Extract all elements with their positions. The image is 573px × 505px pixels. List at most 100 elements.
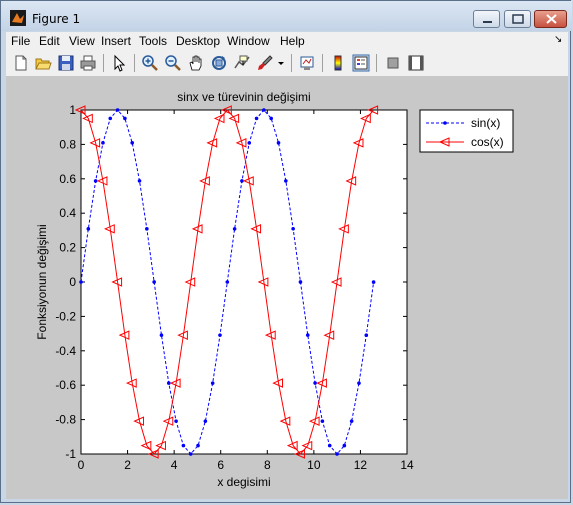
toolbar-separator [103, 54, 104, 72]
legend-sin-marker [443, 121, 447, 125]
open-file-icon[interactable] [34, 54, 52, 72]
sin-data-point [181, 443, 186, 448]
brush-icon[interactable] [256, 54, 274, 72]
sin-data-point [152, 280, 156, 284]
y-tick-label: 0 [69, 275, 76, 289]
save-icon[interactable] [57, 54, 75, 72]
y-tick-label: 0.2 [59, 241, 76, 255]
menu-view[interactable]: View [69, 34, 95, 48]
sin-data-point [108, 116, 113, 121]
sin-data-point [262, 108, 266, 112]
colorbar-icon[interactable] [329, 54, 347, 72]
legend-icon[interactable] [352, 54, 370, 72]
sin-data-point [284, 179, 288, 183]
link-plot-icon[interactable] [298, 54, 316, 72]
zoom-in-icon[interactable] [141, 54, 159, 72]
menu-bar: File Edit View Insert Tools Desktop Wind… [6, 32, 568, 50]
y-axis-label: Fonksiyonun değişimi [35, 224, 49, 339]
menu-tools[interactable]: Tools [139, 34, 167, 48]
menu-insert[interactable]: Insert [101, 34, 131, 48]
sin-data-point [313, 381, 317, 385]
maximize-button[interactable] [504, 10, 531, 28]
sin-data-point [357, 381, 361, 385]
show-plot-tools-icon[interactable] [407, 54, 425, 72]
dock-arrow-icon[interactable]: ↘ [554, 34, 562, 45]
matlab-icon [10, 10, 26, 26]
rotate-3d-icon[interactable] [210, 54, 228, 72]
menu-help[interactable]: Help [280, 34, 305, 48]
sin-data-point [123, 116, 127, 121]
sin-data-point [137, 179, 142, 183]
sin-data-point [174, 419, 178, 423]
x-axis-label: x degisimi [217, 475, 270, 489]
sin-data-point [247, 141, 252, 145]
y-tick-label: -0.2 [55, 309, 76, 323]
sin-data-point [254, 116, 259, 121]
dropdown-arrow-icon[interactable] [276, 54, 286, 72]
toolbar-separator [134, 54, 135, 72]
y-tick-label: -0.6 [55, 378, 76, 392]
plot-svg[interactable]: sinx ve türevinin değişimi x degisimi Fo… [6, 77, 568, 499]
data-cursor-icon[interactable] [233, 54, 251, 72]
sin-data-point [327, 443, 332, 448]
minimize-button[interactable] [473, 10, 500, 28]
x-tick-label: 12 [354, 458, 368, 472]
sin-data-point [291, 227, 295, 231]
sin-data-point [86, 227, 91, 231]
sin-data-point [145, 227, 149, 231]
sin-data-point [371, 280, 376, 284]
menu-desktop[interactable]: Desktop [176, 34, 220, 48]
sin-data-point [130, 141, 135, 145]
chart-title: sinx ve türevinin değişimi [177, 90, 310, 104]
figure-window: Figure 1 File Edit View Insert Tools Des… [0, 0, 572, 503]
y-tick-label: 0.8 [59, 137, 76, 151]
sin-data-point [342, 443, 347, 448]
sin-data-point [79, 280, 83, 284]
sin-data-point [305, 333, 310, 337]
sin-data-point [210, 381, 215, 385]
sin-data-point [269, 116, 273, 121]
close-button[interactable] [534, 10, 567, 28]
figure-canvas[interactable]: sinx ve türevinin değişimi x degisimi Fo… [6, 77, 568, 499]
sin-data-point [203, 419, 208, 423]
zoom-out-icon[interactable] [164, 54, 182, 72]
legend-sin-label: sin(x) [471, 116, 500, 130]
sin-data-point [101, 141, 105, 145]
x-tick-label: 10 [307, 458, 321, 472]
hide-plot-tools-icon[interactable] [384, 54, 402, 72]
print-icon[interactable] [79, 54, 97, 72]
sin-data-point [276, 141, 281, 145]
sin-data-point [159, 333, 164, 337]
sin-data-point [335, 452, 339, 456]
sin-data-point [349, 419, 354, 423]
toolbar [6, 50, 568, 77]
new-figure-icon[interactable] [12, 54, 30, 72]
x-tick-label: 14 [400, 458, 414, 472]
y-tick-label: 0.6 [59, 172, 76, 186]
menu-file[interactable]: File [11, 34, 30, 48]
y-tick-label: 0.4 [59, 206, 76, 220]
axes-area[interactable] [80, 109, 408, 455]
legend-cos-label: cos(x) [471, 135, 504, 149]
sin-data-point [196, 443, 200, 448]
x-tick-label: 0 [78, 458, 85, 472]
select-pointer-icon[interactable] [110, 54, 128, 72]
close-icon [546, 14, 557, 24]
x-tick-label: 2 [124, 458, 131, 472]
sin-data-point [298, 280, 303, 284]
y-tick-label: -0.8 [55, 413, 76, 427]
sin-data-point [115, 108, 120, 112]
toolbar-separator [322, 54, 323, 72]
sin-data-point [232, 227, 237, 231]
y-tick-label: -0.4 [55, 344, 76, 358]
y-tick-label: -1 [65, 447, 76, 461]
pan-hand-icon[interactable] [187, 54, 205, 72]
title-bar[interactable]: Figure 1 [1, 1, 572, 31]
x-tick-label: 8 [264, 458, 271, 472]
minimize-icon [483, 21, 492, 23]
x-tick-label: 6 [217, 458, 224, 472]
menu-edit[interactable]: Edit [39, 34, 60, 48]
legend[interactable]: sin(x) cos(x) [419, 109, 514, 153]
menu-window[interactable]: Window [227, 34, 270, 48]
sin-data-point [364, 333, 369, 338]
